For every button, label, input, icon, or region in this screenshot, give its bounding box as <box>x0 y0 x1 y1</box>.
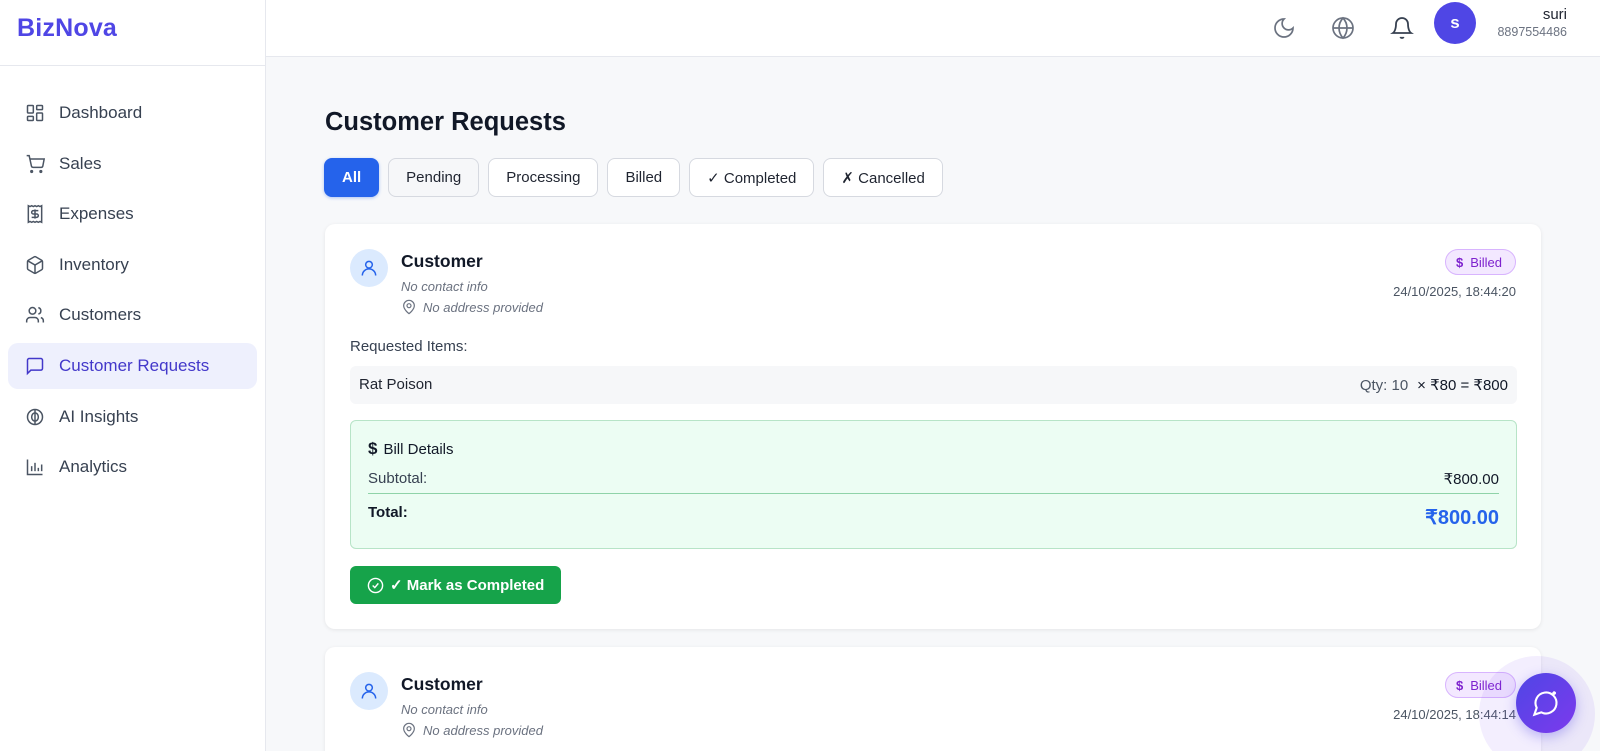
brand-header: BizNova <box>0 0 265 66</box>
sidebar-item-inventory[interactable]: Inventory <box>8 242 257 288</box>
sidebar: BizNova Dashboard Sales Expenses Invento… <box>0 0 266 751</box>
user-phone: 8897554486 <box>1497 25 1567 39</box>
bill-details-title: $ Bill Details <box>368 439 454 459</box>
total-value: ₹800.00 <box>1425 507 1499 529</box>
sidebar-item-analytics[interactable]: Analytics <box>8 444 257 490</box>
customer-address-text: No address provided <box>423 722 543 738</box>
item-name: Rat Poison <box>359 376 433 393</box>
sidebar-item-label: Inventory <box>59 254 129 274</box>
status-badge-label: Billed <box>1470 254 1502 270</box>
total-label: Total: <box>368 504 408 521</box>
item-qty: Qty: 10 <box>1359 377 1409 394</box>
customer-name: Customer <box>401 251 483 271</box>
bill-details-panel: $ Bill Details Subtotal: ₹800.00 Total: … <box>350 420 1517 549</box>
mark-completed-label: ✓ Mark as Completed <box>390 577 545 594</box>
customer-contact: No contact info <box>401 279 488 294</box>
mark-completed-button[interactable]: ✓ Mark as Completed <box>350 566 562 604</box>
dollar-icon: $ <box>1455 254 1464 270</box>
status-badge: $ Billed <box>1444 249 1516 275</box>
top-bar: s suri 8897554486 <box>266 0 1600 57</box>
sidebar-item-label: Dashboard <box>59 103 143 122</box>
divider <box>368 493 1499 494</box>
sidebar-item-label: Sales <box>59 153 102 173</box>
filter-all[interactable]: All <box>324 158 380 197</box>
customer-address-text: No address provided <box>423 299 543 315</box>
sidebar-item-customers[interactable]: Customers <box>8 292 257 338</box>
brain-icon <box>25 407 45 427</box>
bill-details-label: Bill Details <box>383 440 454 458</box>
sidebar-item-ai-insights[interactable]: AI Insights <box>8 394 257 440</box>
subtotal-value: ₹800.00 <box>1443 471 1499 488</box>
customer-address: No address provided <box>401 722 543 738</box>
user-info[interactable]: suri 8897554486 <box>1497 6 1567 39</box>
sidebar-nav: Dashboard Sales Expenses Inventory Custo… <box>0 66 265 490</box>
users-icon <box>25 305 45 325</box>
ai-chat-button[interactable] <box>1516 673 1576 733</box>
customer-contact: No contact info <box>401 702 488 717</box>
item-line-total: × ₹80 = ₹800 <box>1417 377 1508 394</box>
sidebar-item-label: Analytics <box>59 457 128 477</box>
customer-name: Customer <box>401 674 483 694</box>
bar-chart-icon <box>25 457 45 477</box>
filter-cancelled[interactable]: ✗ Cancelled <box>823 158 943 197</box>
avatar[interactable]: s <box>1434 2 1476 44</box>
filter-billed[interactable]: Billed <box>607 158 681 197</box>
box-icon <box>25 255 45 275</box>
sidebar-item-label: AI Insights <box>59 406 139 426</box>
bell-icon[interactable] <box>1385 11 1419 45</box>
user-icon <box>350 249 388 287</box>
sidebar-item-label: Expenses <box>59 204 134 224</box>
list-item: Rat Poison Qty: 10 × ₹80 = ₹800 <box>350 366 1517 404</box>
request-card: Customer No contact info No address prov… <box>325 224 1541 629</box>
dollar-icon: $ <box>368 439 378 458</box>
customer-address: No address provided <box>401 299 543 315</box>
user-name: suri <box>1542 6 1567 23</box>
globe-icon[interactable] <box>1326 11 1360 45</box>
dashboard-icon <box>25 103 45 123</box>
filter-completed[interactable]: ✓ Completed <box>689 158 815 197</box>
user-icon <box>350 672 388 710</box>
sidebar-item-label: Customer Requests <box>59 355 210 375</box>
check-circle-icon <box>367 577 384 594</box>
cart-icon <box>25 154 45 174</box>
sidebar-item-expenses[interactable]: Expenses <box>8 191 257 237</box>
page-title: Customer Requests <box>325 108 566 136</box>
filter-processing[interactable]: Processing <box>488 158 599 197</box>
chat-sparkle-icon <box>1532 689 1560 717</box>
request-timestamp: 24/10/2025, 18:44:20 <box>1393 284 1516 299</box>
sidebar-item-label: Customers <box>59 305 142 325</box>
item-price: Qty: 10 × ₹80 = ₹800 <box>1360 376 1508 394</box>
message-icon <box>25 356 45 376</box>
map-pin-icon <box>401 299 417 315</box>
sidebar-item-customer-requests[interactable]: Customer Requests <box>8 342 257 389</box>
requested-items-label: Requested Items: <box>350 338 468 355</box>
dollar-icon: $ <box>1455 677 1464 693</box>
subtotal-label: Subtotal: <box>368 470 428 487</box>
map-pin-icon <box>401 722 417 738</box>
receipt-icon <box>25 204 45 224</box>
moon-icon[interactable] <box>1267 11 1301 45</box>
status-filter-tabs: All Pending Processing Billed ✓ Complete… <box>324 158 952 197</box>
request-card: Customer No contact info No address prov… <box>325 647 1541 751</box>
brand-logo[interactable]: BizNova <box>17 14 117 42</box>
sidebar-item-dashboard[interactable]: Dashboard <box>8 90 257 136</box>
sidebar-item-sales[interactable]: Sales <box>8 141 257 187</box>
filter-pending[interactable]: Pending <box>388 158 480 197</box>
